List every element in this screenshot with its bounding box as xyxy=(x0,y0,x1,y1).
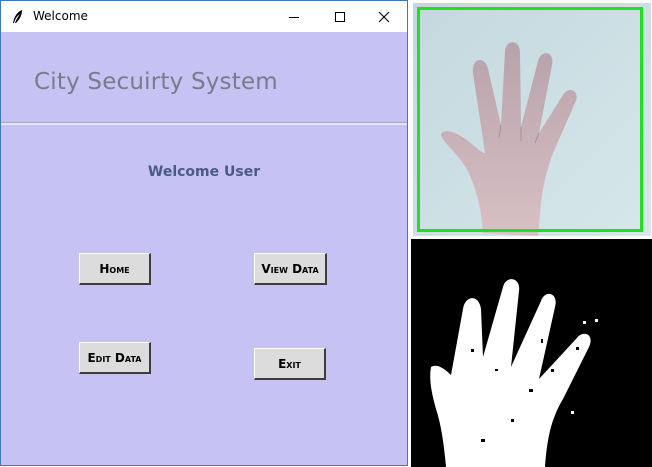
detection-box xyxy=(417,7,643,232)
welcome-window: Welcome City Secuirty System Welcome Use… xyxy=(0,0,408,466)
close-button[interactable] xyxy=(361,1,407,32)
exit-button[interactable]: Exit xyxy=(254,348,326,380)
edit-data-button[interactable]: Edit Data xyxy=(79,342,151,374)
maximize-icon xyxy=(335,11,345,22)
close-icon xyxy=(378,11,390,22)
feather-icon xyxy=(11,9,25,25)
maximize-button[interactable] xyxy=(317,1,363,32)
app-title: City Secuirty System xyxy=(34,69,278,95)
title-bar[interactable]: Welcome xyxy=(1,1,407,32)
minimize-button[interactable] xyxy=(271,1,317,32)
hand-mask-view xyxy=(411,239,652,467)
window-title: Welcome xyxy=(33,9,88,23)
view-data-button[interactable]: View Data xyxy=(254,253,327,285)
camera-feed xyxy=(413,3,651,236)
minimize-icon xyxy=(289,16,299,18)
hand-binary-mask-icon xyxy=(411,239,652,467)
header-divider xyxy=(1,122,407,125)
welcome-label: Welcome User xyxy=(147,164,261,180)
home-button[interactable]: Home xyxy=(79,253,151,285)
